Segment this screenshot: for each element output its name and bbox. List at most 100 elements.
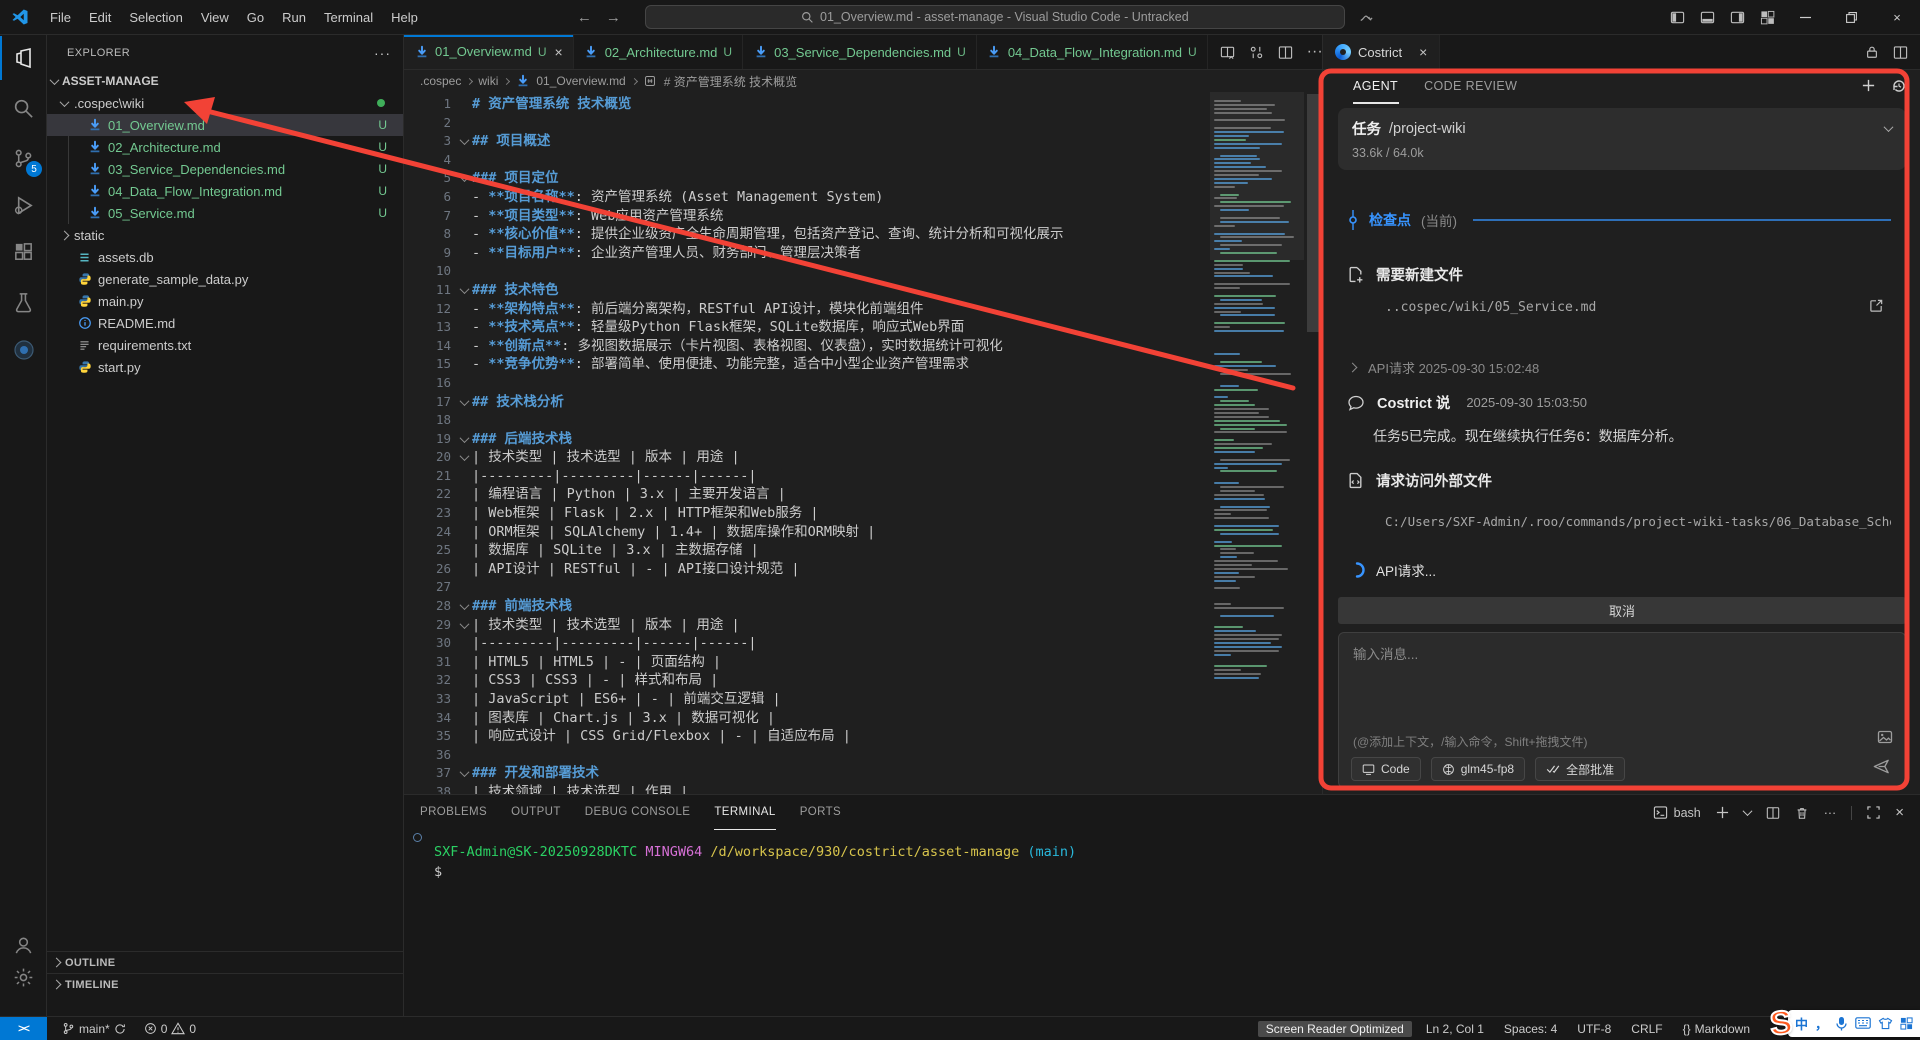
keyboard-icon[interactable] [1855, 1017, 1871, 1029]
model-button[interactable]: glm45-fp8 [1431, 757, 1525, 781]
send-icon[interactable] [1872, 757, 1891, 776]
problems-item[interactable]: 0 0 [138, 1022, 202, 1036]
code-line[interactable]: 6- **项目名称**: 资产管理系统 (Asset Management Sy… [404, 188, 1206, 207]
panel-tab-output[interactable]: OUTPUT [511, 795, 561, 830]
close-panel-icon[interactable]: × [1895, 804, 1904, 821]
chat-input[interactable]: 输入消息... (@添加上下文，/输入命令，Shift+拖拽文件) Code g… [1338, 632, 1906, 788]
explorer-item-static[interactable]: static [47, 224, 403, 246]
code-line[interactable]: 27 [404, 578, 1206, 597]
code-line[interactable]: 1# 资产管理系统 技术概览 [404, 95, 1206, 114]
panel-tab-ports[interactable]: PORTS [800, 795, 841, 830]
approve-all-button[interactable]: 全部批准 [1535, 757, 1625, 781]
code-line[interactable]: 38| 技术领域 | 技术选型 | 作用 | [404, 783, 1206, 794]
code-line[interactable]: 14- **创新点**: 多视图数据展示（卡片视图、表格视图、仪表盘），实时数据… [404, 337, 1206, 356]
menu-edit[interactable]: Edit [80, 5, 120, 30]
code-line[interactable]: 13- **技术亮点**: 轻量级Python Flask框架，SQLite数据… [404, 318, 1206, 337]
code-line[interactable]: 3## 项目概述 [404, 132, 1206, 151]
split-editor-icon[interactable] [1893, 45, 1908, 60]
panel-tab-problems[interactable]: PROBLEMS [420, 795, 487, 830]
code-line[interactable]: 31| HTML5 | HTML5 | - | 页面结构 | [404, 653, 1206, 672]
code-line[interactable]: 36 [404, 746, 1206, 765]
menu-file[interactable]: File [41, 5, 80, 30]
code-line[interactable]: 21|---------|---------|------|------| [404, 467, 1206, 486]
remote-indicator[interactable]: >< [0, 1017, 47, 1040]
breadcrumb-item[interactable]: # 资产管理系统 技术概览 [664, 73, 797, 90]
command-center-search[interactable]: 01_Overview.md - asset-manage - Visual S… [645, 5, 1345, 29]
source-control-icon[interactable]: 5 [0, 136, 47, 180]
sogou-logo-icon[interactable]: S [1768, 1003, 1794, 1040]
restore-button[interactable] [1828, 0, 1874, 35]
breadcrumb-item[interactable]: 01_Overview.md [536, 74, 625, 88]
open-external-icon[interactable] [1869, 298, 1884, 313]
close-window-button[interactable]: × [1874, 0, 1920, 35]
tab-costrict[interactable]: Costrict × [1323, 35, 1440, 69]
open-preview-icon[interactable] [1220, 45, 1235, 60]
editor-tab-01-overview-md[interactable]: 01_Overview.mdU× [404, 35, 574, 69]
encoding-item[interactable]: UTF-8 [1571, 1017, 1617, 1040]
tab-agent[interactable]: AGENT [1353, 79, 1398, 93]
code-line[interactable]: 23| Web框架 | Flask | 2.x | HTTP框架和Web服务 | [404, 504, 1206, 523]
breadcrumb-item[interactable]: wiki [478, 74, 498, 88]
new-terminal-icon[interactable] [1716, 806, 1729, 819]
extensions-icon[interactable] [0, 230, 47, 274]
editor-tab-04-data-flow-integration-md[interactable]: 04_Data_Flow_Integration.mdU [977, 35, 1208, 69]
toggle-panel-icon[interactable] [1692, 4, 1722, 30]
close-tab-icon[interactable]: × [1419, 44, 1427, 60]
code-line[interactable]: 10 [404, 262, 1206, 281]
task-card[interactable]: 任务 /project-wiki 33.6k / 64.0k [1338, 108, 1906, 170]
explorer-item-03-service-dependencies-md[interactable]: 03_Service_Dependencies.mdU [47, 158, 403, 180]
code-line[interactable]: 17## 技术栈分析 [404, 393, 1206, 412]
ime-punctuation-icon[interactable]: ， [1815, 1014, 1828, 1033]
explorer-item-04-data-flow-integration-md[interactable]: 04_Data_Flow_Integration.mdU [47, 180, 403, 202]
timeline-section[interactable]: TIMELINE [47, 973, 403, 995]
menu-terminal[interactable]: Terminal [315, 5, 382, 30]
explorer-section-header[interactable]: ASSET-MANAGE [47, 70, 403, 92]
code-line[interactable]: 37### 开发和部署技术 [404, 764, 1206, 783]
terminal-dropdown-icon[interactable] [1742, 806, 1752, 816]
costrict-extension-icon[interactable] [0, 328, 47, 372]
explorer-item-assets-db[interactable]: assets.db [47, 246, 403, 268]
screen-reader-item[interactable]: Screen Reader Optimized [1258, 1021, 1412, 1037]
explorer-item-requirements-txt[interactable]: requirements.txt [47, 334, 403, 356]
toggle-sidebar-left-icon[interactable] [1662, 4, 1692, 30]
settings-gear-icon[interactable] [0, 955, 47, 999]
code-line[interactable]: 26| API设计 | RESTful | - | API接口设计规范 | [404, 560, 1206, 579]
code-line[interactable]: 19### 后端技术栈 [404, 430, 1206, 449]
code-line[interactable]: 9- **目标用户**: 企业资产管理人员、财务部门、管理层决策者 [404, 244, 1206, 263]
language-mode-item[interactable]: {} Markdown [1677, 1017, 1756, 1040]
mic-icon[interactable] [1835, 1016, 1848, 1031]
toolbox-icon[interactable] [1900, 1017, 1913, 1030]
minimap[interactable] [1210, 92, 1304, 794]
toggle-sidebar-right-icon[interactable] [1722, 4, 1752, 30]
outline-section[interactable]: OUTLINE [47, 951, 403, 973]
cursor-position-item[interactable]: Ln 2, Col 1 [1420, 1017, 1490, 1040]
menu-help[interactable]: Help [382, 5, 427, 30]
explorer-item-01-overview-md[interactable]: 01_Overview.mdU [47, 114, 403, 136]
code-line[interactable]: 20| 技术类型 | 技术选型 | 版本 | 用途 | [404, 448, 1206, 467]
close-tab-icon[interactable]: × [555, 44, 563, 60]
more-actions-icon[interactable]: ··· [1307, 43, 1323, 61]
explorer-item-main-py[interactable]: main.py [47, 290, 403, 312]
code-line[interactable]: 12- **架构特点**: 前后端分离架构，RESTful API设计，模块化前… [404, 300, 1206, 319]
code-line[interactable]: 16 [404, 374, 1206, 393]
code-line[interactable]: 22| 编程语言 | Python | 3.x | 主要开发语言 | [404, 485, 1206, 504]
eol-item[interactable]: CRLF [1625, 1017, 1668, 1040]
terminal-instance[interactable]: bash [1653, 805, 1701, 820]
api-request-collapsed[interactable]: API请求 2025-09-30 15:02:48 [1349, 358, 1539, 377]
code-line[interactable]: 24| ORM框架 | SQLAlchemy | 1.4+ | 数据库操作和OR… [404, 523, 1206, 542]
git-branch-item[interactable]: main* [56, 1022, 132, 1036]
nav-back-icon[interactable]: ← [577, 9, 592, 26]
code-editor[interactable]: 1# 资产管理系统 技术概览23## 项目概述45### 项目定位6- **项目… [404, 92, 1322, 794]
run-debug-icon[interactable] [0, 183, 47, 227]
panel-tab-terminal[interactable]: TERMINAL [714, 795, 775, 830]
explorer-item-05-service-md[interactable]: 05_Service.mdU [47, 202, 403, 224]
code-line[interactable]: 35| 响应式设计 | CSS Grid/Flexbox | - | 自适应布局… [404, 727, 1206, 746]
explorer-item-start-py[interactable]: start.py [47, 356, 403, 378]
testing-icon[interactable] [0, 280, 47, 324]
lock-icon[interactable] [1865, 45, 1879, 59]
cancel-button[interactable]: 取消 [1338, 597, 1906, 624]
indentation-item[interactable]: Spaces: 4 [1498, 1017, 1563, 1040]
maximize-panel-icon[interactable] [1867, 806, 1880, 819]
new-task-plus-icon[interactable] [1861, 78, 1876, 93]
explorer-icon[interactable] [0, 36, 47, 80]
